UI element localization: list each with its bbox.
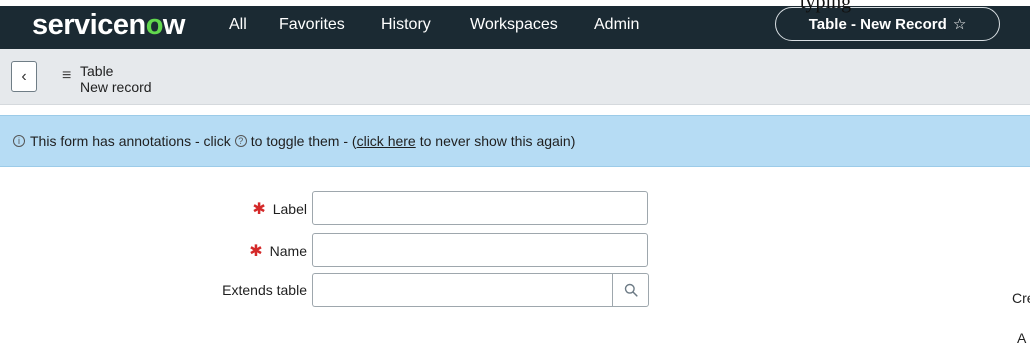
star-outline-icon[interactable]: ☆: [953, 15, 966, 33]
info-icon: i: [13, 135, 25, 147]
nav-workspaces[interactable]: Workspaces: [470, 16, 558, 34]
record-header: ‹ ≡ Table New record: [0, 49, 1030, 105]
extends-table-field-text: Extends table: [222, 282, 307, 298]
back-button[interactable]: ‹: [11, 61, 37, 92]
nav-favorites[interactable]: Favorites: [279, 16, 345, 34]
overflow-text: typing: [800, 0, 852, 13]
never-show-link[interactable]: click here: [357, 133, 416, 149]
label-input[interactable]: [312, 191, 648, 225]
name-field-label: ✱ Name: [249, 241, 307, 261]
page-subtitle: New record: [80, 79, 152, 95]
help-circle-icon[interactable]: ?: [234, 135, 247, 147]
top-edge-strip: [0, 0, 1030, 6]
extends-table-input[interactable]: [312, 273, 613, 307]
banner-text-before: This form has annotations - click: [30, 133, 231, 149]
extends-table-reference-field: [312, 273, 649, 307]
nav-all[interactable]: All: [229, 16, 247, 34]
label-field-label: ✱ Label: [252, 199, 307, 219]
nav-history[interactable]: History: [381, 16, 431, 34]
lookup-button[interactable]: [612, 273, 649, 307]
required-asterisk-icon: ✱: [249, 243, 263, 260]
annotations-banner: i This form has annotations - click ? to…: [0, 115, 1030, 167]
chevron-left-icon: ‹: [21, 67, 27, 85]
side-label-created: Cre: [1012, 290, 1030, 306]
logo-suffix: w: [162, 9, 186, 41]
extends-table-field-label: Extends table: [222, 282, 307, 298]
search-icon: [624, 283, 638, 297]
label-field-text: Label: [272, 201, 307, 217]
banner-text-after: to never show this again): [419, 133, 576, 149]
required-asterisk-icon: ✱: [252, 201, 266, 218]
page-title: Table: [80, 63, 114, 79]
banner-text-middle: to toggle them - (: [250, 133, 357, 149]
side-label-a: A: [1017, 330, 1027, 346]
name-field-text: Name: [269, 243, 307, 259]
hamburger-menu-icon[interactable]: ≡: [62, 67, 71, 85]
top-navigation-bar: servicenow All Favorites History Workspa…: [0, 0, 1030, 49]
logo-accent: o: [145, 9, 164, 41]
servicenow-logo[interactable]: servicenow: [32, 9, 185, 42]
record-pill-label: Table - New Record: [808, 15, 947, 33]
nav-admin[interactable]: Admin: [594, 16, 639, 34]
name-input[interactable]: [312, 233, 648, 267]
logo-prefix: servicen: [32, 9, 146, 41]
